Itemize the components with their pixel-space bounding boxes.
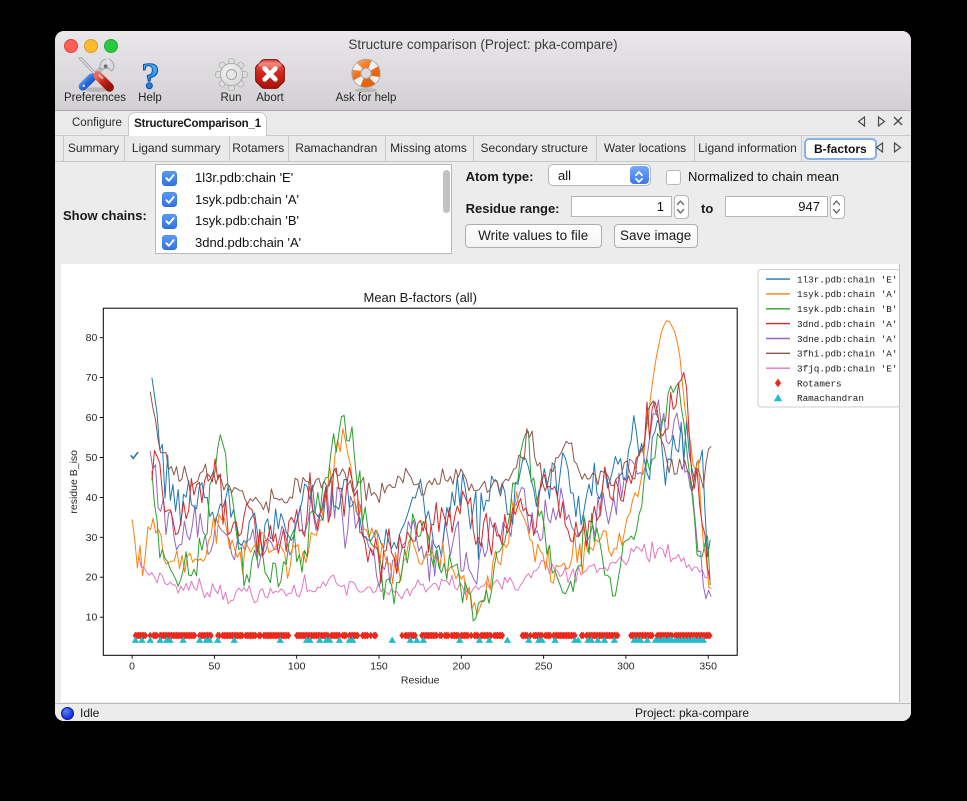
svg-text:1syk.pdb:chain 'B': 1syk.pdb:chain 'B' [797,304,897,315]
svg-text:Residue: Residue [401,674,440,686]
svg-text:350: 350 [699,660,717,672]
svg-text:3fhi.pdb:chain 'A': 3fhi.pdb:chain 'A' [797,349,897,360]
svg-text:100: 100 [288,660,306,672]
svg-text:70: 70 [86,372,98,384]
svg-text:150: 150 [370,660,388,672]
svg-text:10: 10 [86,612,98,624]
svg-text:80: 80 [86,332,98,344]
svg-text:250: 250 [535,660,553,672]
svg-text:Ramachandran: Ramachandran [797,393,864,404]
svg-text:300: 300 [617,660,635,672]
svg-text:residue B_iso: residue B_iso [68,450,80,514]
svg-text:Mean B-factors (all): Mean B-factors (all) [363,290,476,305]
svg-text:0: 0 [129,660,135,672]
svg-text:3dne.pdb:chain 'A': 3dne.pdb:chain 'A' [797,334,897,345]
svg-text:3fjq.pdb:chain 'E': 3fjq.pdb:chain 'E' [797,364,897,375]
svg-text:50: 50 [209,660,221,672]
svg-text:?: ? [141,57,160,92]
svg-text:40: 40 [86,492,98,504]
svg-text:50: 50 [86,452,98,464]
svg-text:200: 200 [453,660,471,672]
svg-text:3dnd.pdb:chain 'A': 3dnd.pdb:chain 'A' [797,319,897,330]
svg-text:60: 60 [86,412,98,424]
svg-text:1l3r.pdb:chain 'E': 1l3r.pdb:chain 'E' [797,274,897,285]
svg-text:Rotamers: Rotamers [797,378,842,389]
svg-text:30: 30 [86,532,98,544]
svg-text:1syk.pdb:chain 'A': 1syk.pdb:chain 'A' [797,289,897,300]
svg-text:20: 20 [86,572,98,584]
